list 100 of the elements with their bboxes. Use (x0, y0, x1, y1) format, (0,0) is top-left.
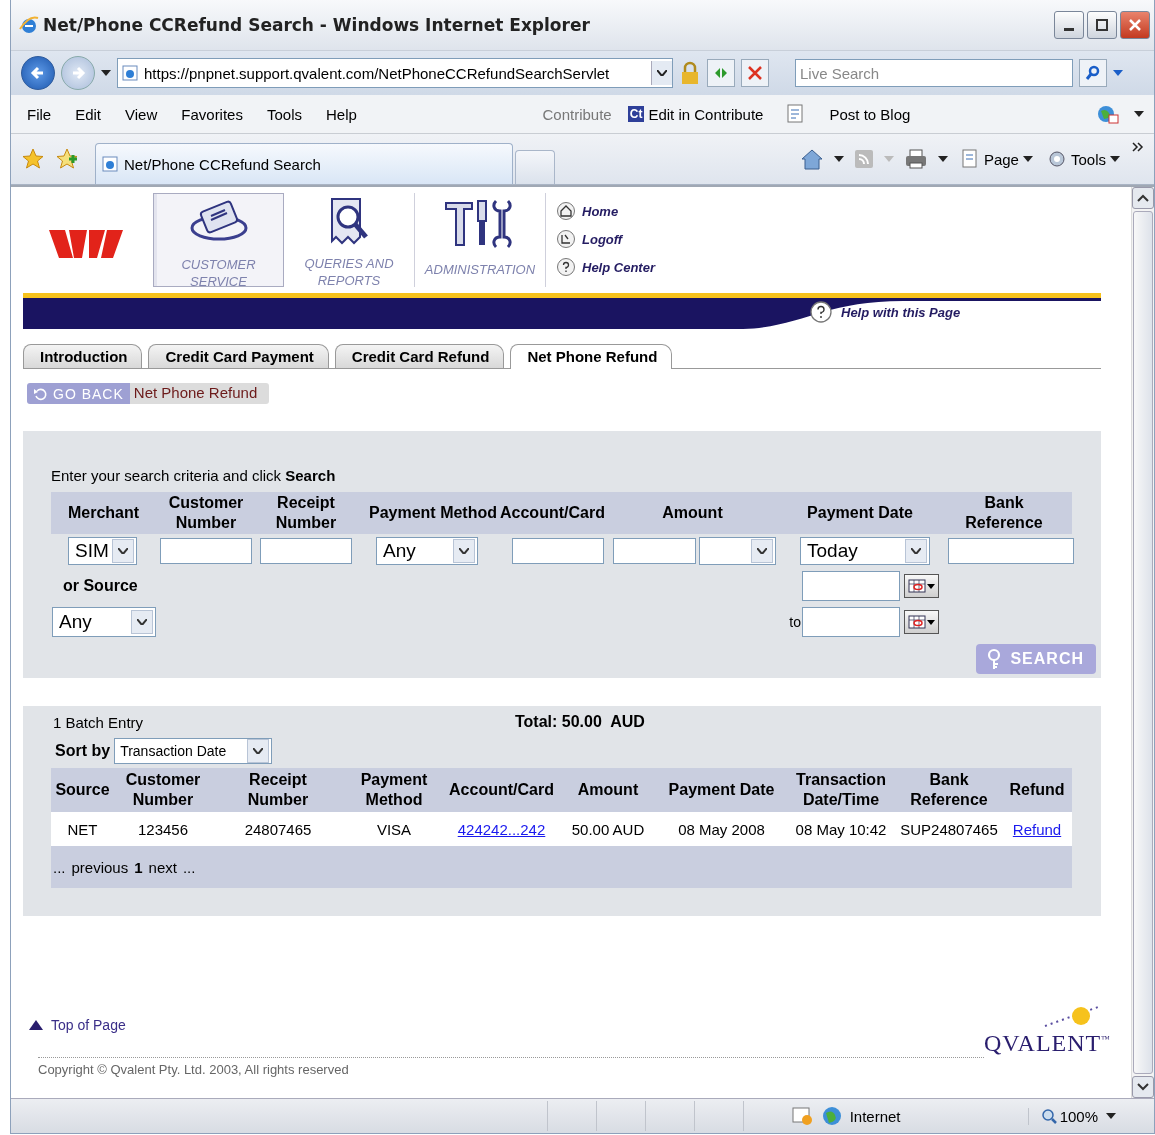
source-label: or Source (62, 577, 138, 595)
input-field[interactable] (613, 538, 696, 564)
zoom-level[interactable]: 100% (1027, 1107, 1098, 1125)
pager-ellipsis: ... (182, 858, 196, 876)
previous-link[interactable]: previous (71, 858, 129, 876)
scroll-up-icon[interactable] (1137, 194, 1149, 202)
caret-icon[interactable] (101, 70, 111, 76)
maximize-button[interactable] (1087, 11, 1117, 39)
stop-icon (747, 65, 763, 81)
next-link[interactable]: next (148, 858, 177, 876)
column-header: Source (55, 781, 110, 798)
caret-icon (118, 548, 128, 554)
command-menu-button[interactable]: Page (957, 149, 1035, 169)
scrollbar[interactable] (1131, 187, 1154, 1098)
dropdown[interactable]: SIM (68, 537, 137, 565)
caret-icon[interactable] (1106, 1113, 1116, 1119)
company-logo: QVALENT$^{™}$ (984, 1030, 1112, 1057)
lock-icon[interactable] (679, 61, 701, 85)
printer-icon[interactable] (903, 148, 928, 170)
menu-item[interactable]: Tools (266, 105, 302, 123)
source-dropdown[interactable]: Any (52, 607, 156, 637)
help-icon (556, 257, 576, 277)
dropdown-button[interactable] (651, 61, 672, 85)
column-header: Payment Date (806, 503, 914, 523)
column-header: Bank Reference (910, 771, 988, 808)
page-tab[interactable]: Credit Card Payment (148, 344, 329, 368)
chevron-icon[interactable] (1132, 142, 1144, 152)
window-title: Net/Phone CCRefund Search - Windows Internet Explorer (43, 15, 591, 35)
calendar-button[interactable] (904, 610, 939, 634)
search-icon (1085, 65, 1101, 81)
table-link[interactable]: Refund (1012, 820, 1062, 838)
command-menu-button[interactable]: Tools (1044, 149, 1122, 169)
section-tab[interactable]: ADMINISTRATION (415, 193, 546, 287)
input-field[interactable] (948, 538, 1074, 564)
input-field[interactable] (512, 538, 604, 564)
home-icon[interactable] (799, 148, 824, 170)
dropdown[interactable]: Any (376, 537, 478, 565)
input-field[interactable] (260, 538, 352, 564)
search-button[interactable] (1079, 59, 1107, 87)
menu-item[interactable]: Favorites (181, 105, 243, 123)
scroll-down-icon[interactable] (1137, 1083, 1149, 1091)
chevron-down-icon (657, 70, 667, 76)
refresh-button[interactable] (707, 59, 735, 87)
date-field[interactable] (802, 571, 900, 601)
dropdown[interactable]: Today (800, 537, 930, 565)
menu-item[interactable]: Help (326, 105, 357, 123)
menu-item[interactable]: View (125, 105, 158, 123)
calendar-button[interactable] (904, 574, 939, 598)
caret-icon (757, 548, 767, 554)
address-field[interactable]: https://pnpnet.support.qvalent.com/NetPhoneCCRefundSearchServlet (117, 58, 673, 88)
stop-button[interactable] (741, 59, 769, 87)
edit-in-contribute-button[interactable]: Edit in Contribute (648, 105, 764, 123)
minimize-button[interactable] (1054, 11, 1084, 39)
sort-dropdown[interactable]: Transaction Date (114, 738, 273, 764)
pager-ellipsis: ... (53, 858, 66, 876)
column-header: Payment Date (668, 781, 775, 798)
menu-item[interactable]: File (27, 105, 52, 123)
sort-label: Sort by (55, 742, 111, 760)
zoom-icon (1040, 1108, 1057, 1124)
input-field[interactable] (160, 538, 252, 564)
page-tab[interactable]: Introduction (23, 344, 143, 368)
date-field[interactable] (802, 607, 900, 637)
security-zone: Internet (849, 1107, 902, 1125)
caret-icon[interactable] (1134, 111, 1144, 117)
batch-count: 1 Batch Entry (52, 713, 145, 731)
table-cell: 24807465 (244, 820, 312, 838)
browser-logo-icon (19, 15, 39, 35)
close-button[interactable] (1120, 11, 1150, 39)
forward-button[interactable] (61, 56, 95, 90)
caret-icon[interactable] (833, 156, 844, 162)
header-link[interactable]: Help Center (556, 257, 655, 277)
post-to-blog-button[interactable]: Post to Blog (829, 105, 911, 123)
help-link[interactable]: Help with this Page (809, 300, 961, 324)
caret-icon (1110, 156, 1120, 162)
column-header: Receipt Number (246, 770, 310, 810)
search-field[interactable]: Live Search (795, 59, 1073, 87)
table-link[interactable]: 424242...242 (457, 820, 546, 838)
page-tab[interactable]: Net Phone Refund (510, 344, 673, 369)
table-cell: 50.00 AUD (571, 820, 645, 838)
globe-icon[interactable] (1096, 104, 1120, 124)
favorites-star-icon[interactable] (21, 147, 45, 171)
column-header: Payment Method (360, 771, 428, 808)
page-tab[interactable]: Credit Card Refund (334, 344, 505, 368)
caret-icon[interactable] (937, 156, 948, 162)
blog-icon (787, 104, 806, 124)
browser-tab[interactable]: Net/Phone CCRefund Search (95, 143, 513, 184)
top-of-page-link[interactable]: Top of Page (29, 1017, 984, 1033)
caret-icon (459, 548, 469, 554)
to-label: to (789, 614, 801, 630)
menu-item[interactable]: Edit (75, 105, 102, 123)
header-link[interactable]: Logoff (556, 229, 655, 249)
back-button[interactable] (21, 56, 55, 90)
section-tab[interactable]: QUERIES AND REPORTS (284, 193, 415, 287)
dropdown[interactable] (699, 537, 776, 565)
calendar-icon (908, 579, 926, 593)
caret-icon (883, 156, 894, 162)
header-link[interactable]: Home (556, 201, 655, 221)
table-cell: VISA (376, 820, 412, 838)
globe-icon (821, 1106, 842, 1126)
add-favorite-icon[interactable] (55, 147, 79, 171)
